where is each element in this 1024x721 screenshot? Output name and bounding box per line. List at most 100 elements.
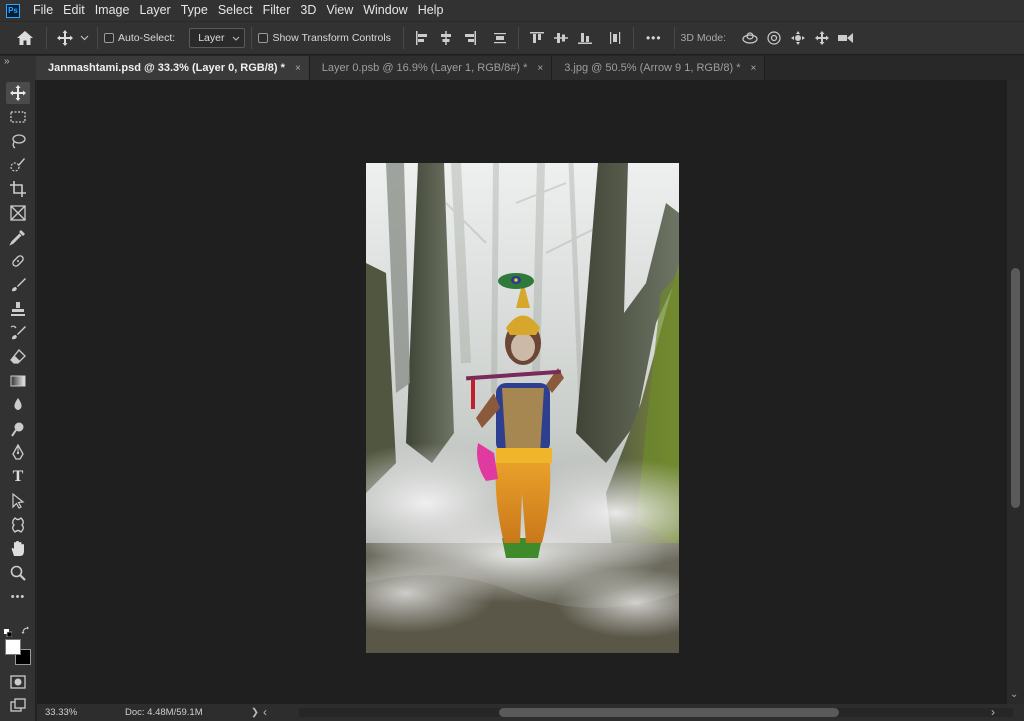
3d-mode-label: 3D Mode: [680, 32, 727, 44]
horizontal-scrollbar[interactable] [299, 708, 1013, 717]
type-tool-icon[interactable]: T [6, 466, 30, 488]
show-transform-checkbox[interactable] [258, 33, 269, 43]
forest-krishna-artwork [366, 163, 679, 653]
menu-layer[interactable]: Layer [134, 0, 175, 21]
tab-janmashtami[interactable]: Janmashtami.psd @ 33.3% (Layer 0, RGB/8)… [36, 56, 310, 80]
custom-shape-tool-icon[interactable] [6, 514, 30, 536]
separator [97, 27, 98, 49]
scroll-left-icon[interactable]: ‹ [263, 705, 267, 719]
tab-layer0-psb[interactable]: Layer 0.psb @ 16.9% (Layer 1, RGB/8#) * … [309, 56, 553, 80]
move-options-icon[interactable] [53, 29, 77, 47]
tab-title: Janmashtami.psd @ 33.3% (Layer 0, RGB/8)… [48, 62, 285, 74]
3d-orbit-icon[interactable] [740, 28, 760, 48]
toolbar-collapse-toggle[interactable]: » [0, 56, 36, 80]
close-icon[interactable]: × [537, 63, 543, 74]
tab-title: 3.jpg @ 50.5% (Arrow 9 1, RGB/8) * [564, 62, 741, 74]
quick-mask-icon[interactable] [6, 671, 30, 693]
dodge-tool-icon[interactable] [6, 418, 30, 440]
distribute-icon[interactable] [490, 28, 510, 48]
menu-type[interactable]: Type [176, 0, 213, 21]
more-tools-icon[interactable]: ••• [6, 586, 30, 608]
tab-title: Layer 0.psb @ 16.9% (Layer 1, RGB/8#) * [321, 62, 528, 74]
separator [673, 27, 675, 49]
vertical-scroll-thumb[interactable] [1011, 268, 1020, 508]
3d-scale-icon[interactable] [836, 28, 856, 48]
clone-stamp-tool-icon[interactable] [6, 298, 30, 320]
eraser-tool-icon[interactable] [6, 346, 30, 368]
marquee-tool-icon[interactable] [6, 106, 30, 128]
screen-mode-icon[interactable] [6, 695, 30, 717]
brush-tool-icon[interactable] [6, 274, 30, 296]
default-colors-icon[interactable] [4, 624, 13, 638]
history-brush-tool-icon[interactable] [6, 322, 30, 344]
menu-image[interactable]: Image [90, 0, 135, 21]
lasso-tool-icon[interactable] [6, 130, 30, 152]
eyedropper-tool-icon[interactable] [6, 226, 30, 248]
horizontal-scroll-thumb[interactable] [499, 708, 839, 717]
options-bar: Auto-Select: Layer Show Transform Contro… [0, 21, 1024, 55]
zoom-level[interactable]: 33.33% [37, 707, 97, 718]
close-icon[interactable]: × [750, 63, 756, 74]
menu-filter[interactable]: Filter [258, 0, 296, 21]
align-bottom-edges-icon[interactable] [575, 28, 595, 48]
separator [402, 27, 404, 49]
foreground-color-swatch[interactable] [5, 639, 21, 655]
menu-view[interactable]: View [321, 0, 358, 21]
separator [251, 27, 253, 49]
menu-file[interactable]: File [28, 0, 58, 21]
quick-selection-tool-icon[interactable] [6, 154, 30, 176]
canvas-area[interactable] [37, 80, 1007, 704]
zoom-tool-icon[interactable] [6, 562, 30, 584]
crop-tool-icon[interactable] [6, 178, 30, 200]
3d-pan-icon[interactable] [788, 28, 808, 48]
3d-roll-icon[interactable] [764, 28, 784, 48]
status-bar: 33.33% Doc: 4.48M/59.1M ❯ ‹ › [37, 704, 1024, 721]
dropdown-value: Layer [198, 32, 225, 44]
vertical-scrollbar[interactable]: ⌄ [1007, 80, 1024, 704]
scroll-right-icon[interactable]: › [991, 705, 995, 719]
align-horizontal-centers-icon[interactable] [436, 28, 456, 48]
doc-size-info: Doc: 4.48M/59.1M [125, 707, 203, 718]
separator [46, 27, 47, 49]
align-right-edges-icon[interactable] [460, 28, 480, 48]
pen-tool-icon[interactable] [6, 442, 30, 464]
menu-bar: Ps File Edit Image Layer Type Select Fil… [0, 0, 1024, 21]
tab-3-jpg[interactable]: 3.jpg @ 50.5% (Arrow 9 1, RGB/8) * × [552, 56, 766, 80]
path-selection-tool-icon[interactable] [6, 490, 30, 512]
scroll-down-icon[interactable]: ⌄ [1010, 690, 1018, 700]
menu-select[interactable]: Select [213, 0, 258, 21]
document-canvas[interactable] [366, 163, 679, 653]
menu-edit[interactable]: Edit [58, 0, 90, 21]
separator [517, 27, 519, 49]
move-tool-icon[interactable] [6, 82, 30, 104]
swap-colors-icon[interactable] [21, 623, 31, 634]
align-top-edges-icon[interactable] [527, 28, 547, 48]
menu-help[interactable]: Help [413, 0, 449, 21]
home-icon[interactable] [10, 30, 40, 46]
photoshop-window: Ps File Edit Image Layer Type Select Fil… [0, 0, 1024, 721]
healing-brush-tool-icon[interactable] [6, 250, 30, 272]
chevron-down-icon[interactable] [77, 35, 91, 41]
gradient-tool-icon[interactable] [6, 370, 30, 392]
document-tabs: Janmashtami.psd @ 33.3% (Layer 0, RGB/8)… [36, 56, 1024, 80]
show-transform-label: Show Transform Controls [272, 32, 391, 44]
close-icon[interactable]: × [295, 63, 301, 74]
menu-window[interactable]: Window [358, 0, 412, 21]
3d-slide-icon[interactable] [812, 28, 832, 48]
status-menu-arrow[interactable]: ❯ [251, 707, 259, 718]
blur-tool-icon[interactable] [6, 394, 30, 416]
hand-tool-icon[interactable] [6, 538, 30, 560]
more-options-icon[interactable]: ••• [640, 31, 668, 45]
separator [632, 27, 634, 49]
chevron-down-icon [233, 36, 240, 41]
align-left-edges-icon[interactable] [412, 28, 432, 48]
distribute-vertical-icon[interactable] [605, 28, 625, 48]
auto-select-checkbox[interactable] [104, 33, 114, 43]
auto-select-label: Auto-Select: [118, 32, 176, 44]
tools-panel: T ••• [0, 80, 36, 721]
frame-tool-icon[interactable] [6, 202, 30, 224]
menu-3d[interactable]: 3D [295, 0, 321, 21]
auto-select-target-dropdown[interactable]: Layer [189, 28, 246, 48]
align-vertical-centers-icon[interactable] [551, 28, 571, 48]
photoshop-logo: Ps [6, 3, 20, 18]
